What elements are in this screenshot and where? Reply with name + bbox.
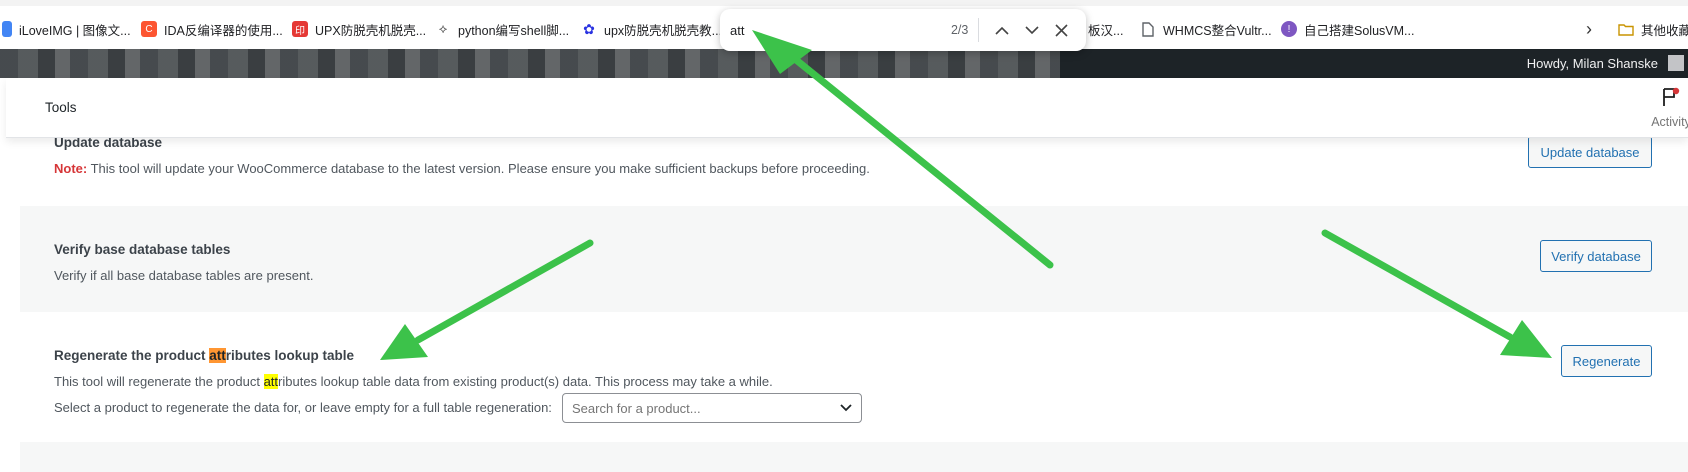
bookmark-label: python编写shell脚...: [458, 23, 570, 38]
close-icon: [1055, 23, 1068, 37]
wp-admin-bar: Howdy, Milan Shanske: [0, 49, 1688, 78]
bookmark-partial[interactable]: 板汉...: [1088, 20, 1123, 38]
desc-suffix: ributes lookup table data from existing …: [278, 374, 773, 389]
bookmark-label: IDA反编译器的使用...: [164, 23, 283, 38]
product-search-select[interactable]: Search for a product...: [562, 393, 862, 423]
regenerate-button[interactable]: Regenerate: [1561, 345, 1652, 377]
zhihu-icon: ⟡: [438, 21, 448, 36]
pixelated-admin-menu: [0, 49, 1060, 78]
bookmark-label: iLoveIMG | 图像文...: [19, 23, 131, 38]
bookmark-label: 其他收藏: [1641, 23, 1688, 38]
bookmark-ida[interactable]: C IDA反编译器的使用...: [141, 20, 283, 38]
chevron-down-icon: [840, 404, 852, 412]
tool-row-next: [20, 442, 1688, 472]
tool-title: Verify base database tables: [54, 242, 231, 257]
bookmark-ilovemg[interactable]: iLoveIMG | 图像文...: [2, 20, 131, 38]
bookmark-upx-1[interactable]: 印 UPX防脱壳机脱壳...: [292, 20, 426, 38]
chevron-up-icon: [995, 26, 1009, 35]
red-seal-icon: 印: [292, 21, 308, 37]
update-database-button[interactable]: Update database: [1528, 136, 1652, 168]
find-previous-button[interactable]: [987, 14, 1017, 46]
find-close-button[interactable]: [1046, 14, 1076, 46]
find-match-count: 2/3: [950, 23, 969, 37]
activity-label: Activity: [1651, 115, 1688, 129]
avatar[interactable]: [1668, 55, 1684, 71]
tool-description: Verify if all base database tables are p…: [54, 268, 314, 283]
bookmark-solusvm[interactable]: ! 自己搭建SolusVM...: [1281, 20, 1414, 38]
tool-title: Regenerate the product attributes lookup…: [54, 348, 354, 363]
tool-row-verify-database: Verify base database tables Verify if al…: [20, 206, 1688, 312]
bookmark-label: UPX防脱壳机脱壳...: [315, 23, 427, 38]
find-match-current: att: [209, 348, 226, 363]
chevron-right-icon[interactable]: ›: [1586, 19, 1592, 40]
bookmark-label: 板汉...: [1088, 23, 1124, 38]
find-divider: [978, 18, 980, 42]
howdy-user[interactable]: Howdy, Milan Shanske: [1527, 56, 1658, 71]
find-input[interactable]: att: [730, 23, 924, 38]
title-prefix: Regenerate the product: [54, 348, 210, 363]
note-label: Note:: [54, 161, 88, 176]
ilovemg-icon: [2, 21, 12, 37]
tools-list: Update database Note: This tool will upd…: [20, 118, 1688, 472]
verify-database-button[interactable]: Verify database: [1540, 240, 1652, 272]
activity-flag-icon: [1663, 87, 1680, 106]
bookmark-label: upx防脱壳机脱壳教...: [604, 23, 723, 38]
purple-circle-icon: !: [1281, 21, 1297, 37]
baidu-paw-icon: ✿: [583, 20, 595, 37]
bookmark-other[interactable]: 其他收藏: [1618, 20, 1688, 38]
folder-icon: [1618, 21, 1634, 37]
tab-strip-edge: [0, 0, 1688, 6]
page-title: Tools: [45, 100, 77, 115]
find-in-page-bar: att 2/3: [720, 9, 1086, 51]
bookmark-upx-2[interactable]: ✿ upx防脱壳机脱壳教...: [581, 20, 722, 38]
tool-description: This tool will regenerate the product at…: [54, 374, 773, 389]
desc-prefix: This tool will regenerate the product: [54, 374, 264, 389]
tool-description: Note: This tool will update your WooComm…: [54, 161, 870, 176]
tool-row-regenerate-attributes: Regenerate the product attributes lookup…: [20, 312, 1688, 442]
bookmark-python-shell[interactable]: ⟡ python编写shell脚...: [435, 20, 569, 38]
find-match: att: [263, 374, 279, 389]
select-placeholder: Search for a product...: [572, 401, 701, 416]
wc-header: Tools Activity: [6, 78, 1688, 138]
activity-panel-button[interactable]: Activity: [1648, 86, 1688, 132]
note-text: This tool will update your WooCommerce d…: [87, 161, 870, 176]
bookmark-whmcs[interactable]: WHMCS整合Vultr...: [1140, 20, 1272, 38]
csdn-c-icon: C: [141, 21, 157, 37]
bookmark-label: WHMCS整合Vultr...: [1163, 23, 1272, 38]
title-suffix: ributes lookup table: [225, 348, 355, 363]
bookmark-label: 自己搭建SolusVM...: [1304, 23, 1415, 38]
find-next-button[interactable]: [1017, 14, 1047, 46]
chevron-down-icon: [1025, 25, 1039, 34]
select-label: Select a product to regenerate the data …: [54, 400, 552, 415]
document-icon: [1140, 21, 1156, 37]
